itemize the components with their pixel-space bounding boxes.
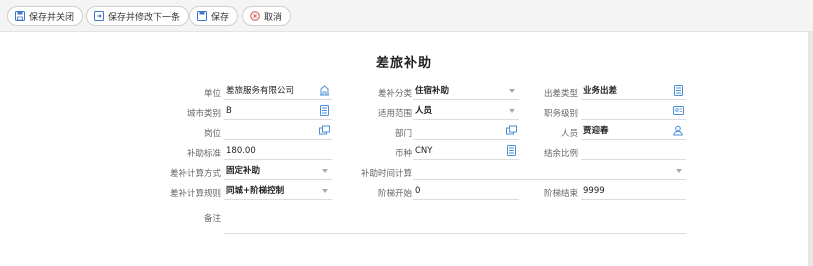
chevron-down-icon [322,189,328,193]
step-end-value: 9999 [583,186,605,196]
subsidy-category-value: 住宿补助 [415,86,450,96]
save-button[interactable]: 保存 [189,6,239,26]
unit-label: 单位 [203,89,221,99]
page-title: 差旅补助 [375,56,432,71]
job-level-field[interactable] [581,102,686,120]
step-start-label: 阶梯开始 [377,189,412,199]
surplus-ratio-label: 结余比例 [543,149,578,159]
standard-value: 180.00 [226,146,256,156]
trip-type-field[interactable]: 业务出差 [581,82,686,100]
calc-method-select[interactable]: 固定补助 [224,162,332,180]
person-label: 人员 [560,129,578,139]
time-calc-select[interactable] [413,162,686,180]
chevron-down-icon [322,169,328,173]
trip-type-value: 业务出差 [583,86,618,96]
calc-method-value: 固定补助 [226,166,261,176]
chevron-down-icon [676,169,682,173]
save-and-close-label: 保存并关闭 [29,12,75,23]
subsidy-category-label: 差补分类 [377,89,412,99]
building-icon[interactable] [319,85,330,96]
save-label: 保存 [211,12,230,23]
save-and-close-button[interactable]: 保存并关闭 [7,6,84,26]
person-value: 贾迎春 [583,126,609,136]
calc-rule-select[interactable]: 同城+阶梯控制 [224,182,332,200]
city-category-value: B [226,106,232,116]
unit-value: 差旅服务有限公司 [226,86,295,96]
city-category-label: 城市类别 [186,109,221,119]
standard-label: 补助标准 [186,149,221,159]
step-start-value: 0 [415,186,421,196]
standard-input[interactable]: 180.00 [224,142,332,160]
calc-rule-label: 差补计算规则 [169,189,221,199]
position-label: 岗位 [203,129,221,139]
save-and-edit-next-button[interactable]: 保存并修改下一条 [86,6,190,26]
job-level-label: 职务级别 [543,109,578,119]
cancel-label: 取消 [264,12,283,23]
surplus-ratio-input[interactable] [581,142,686,160]
scrollbar[interactable] [808,32,813,266]
user-icon[interactable] [673,125,684,136]
trip-type-label: 出差类型 [543,89,578,99]
remark-label: 备注 [203,214,221,224]
save-icon [197,11,207,21]
save-next-icon [94,11,104,21]
scope-label: 适用范围 [377,109,412,119]
org-icon[interactable] [319,125,330,136]
save-and-edit-next-label: 保存并修改下一条 [108,12,181,23]
position-field[interactable] [224,122,332,140]
remark-textarea[interactable] [224,208,686,234]
step-end-label: 阶梯结束 [543,189,578,199]
currency-value: CNY [415,146,433,156]
step-end-input[interactable]: 9999 [581,182,686,200]
save-close-icon [15,11,25,21]
calc-rule-value: 同城+阶梯控制 [226,186,285,196]
department-label: 部门 [394,129,412,139]
toolbar: 保存并关闭 保存并修改下一条 保存 取消 [0,0,813,32]
currency-label: 币种 [394,149,412,159]
card-icon[interactable] [673,105,684,116]
cancel-button[interactable]: 取消 [242,6,292,26]
person-field[interactable]: 贾迎春 [581,122,686,140]
time-calc-label: 补助时间计算 [360,169,412,179]
cancel-icon [250,11,260,21]
scope-value: 人员 [415,106,433,116]
city-category-field[interactable]: B [224,102,332,120]
list-icon[interactable] [319,105,330,116]
unit-field[interactable]: 差旅服务有限公司 [224,82,332,100]
calc-method-label: 差补计算方式 [169,169,221,179]
form-panel: 差旅补助 单位 差旅服务有限公司 差补分类 住宿补助 出差类型 业务出差 城市类… [0,32,808,266]
list-icon[interactable] [673,85,684,96]
